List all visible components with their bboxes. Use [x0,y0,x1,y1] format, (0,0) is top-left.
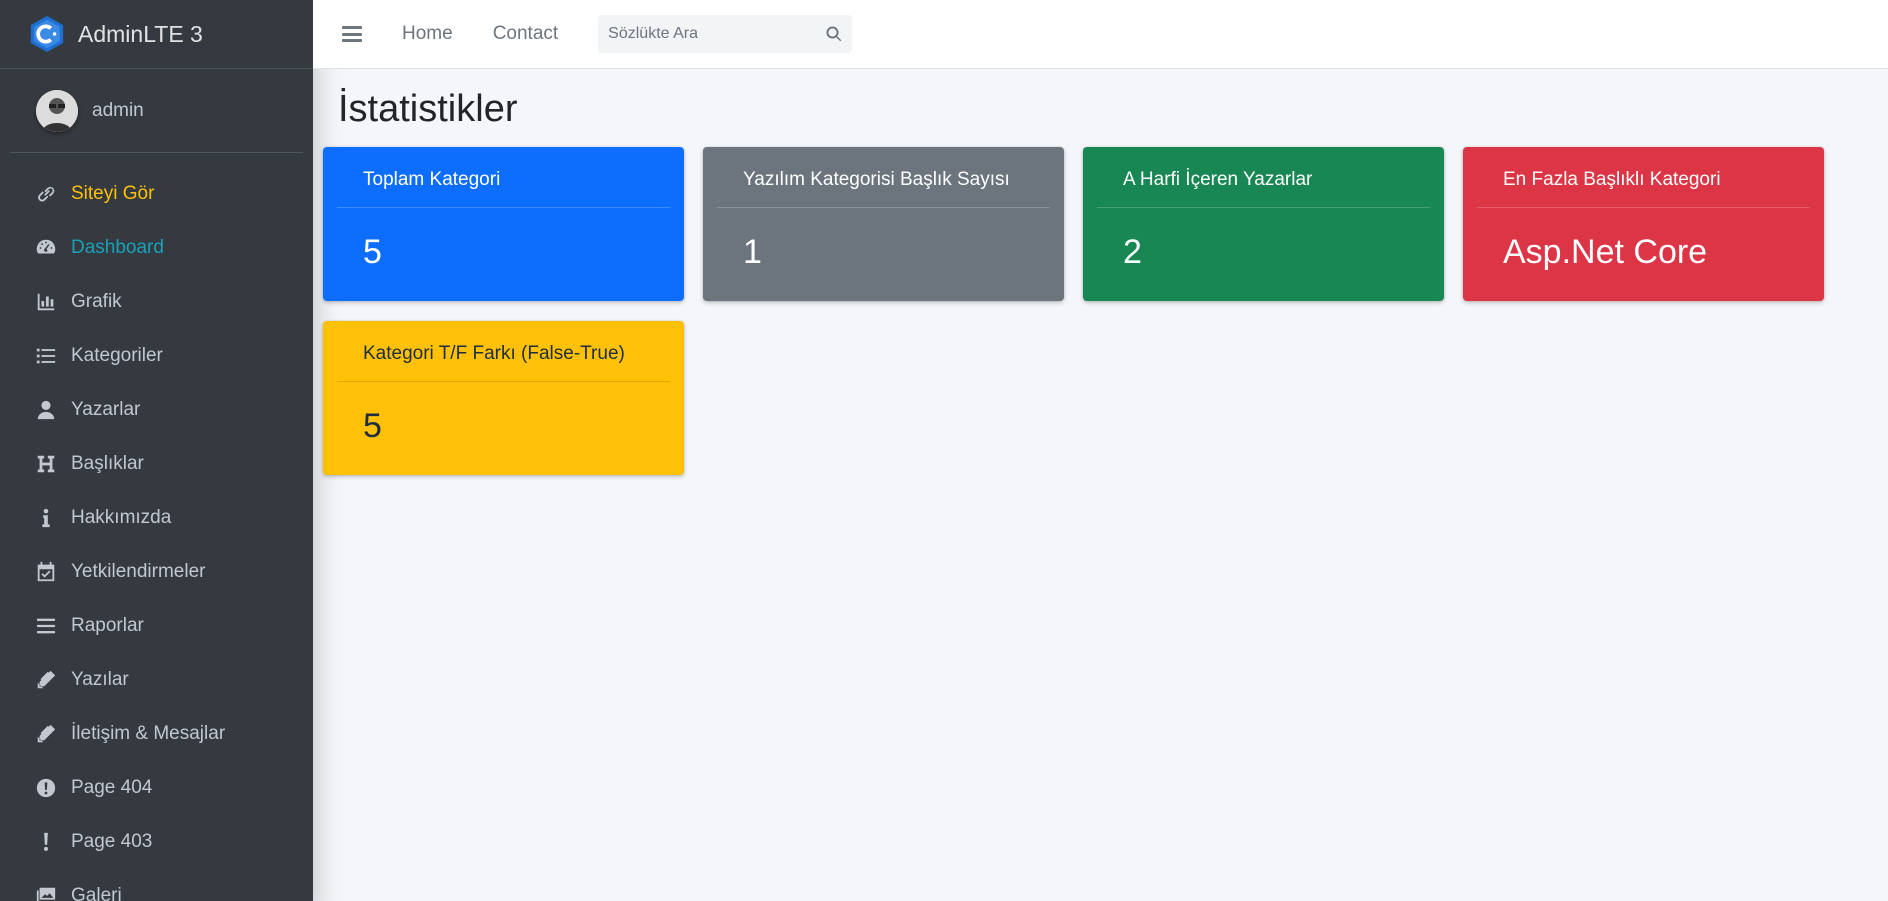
user-panel[interactable]: admin [10,69,303,153]
bars-icon [34,614,58,638]
info-icon [34,506,58,530]
stat-card-yazilim-baslik-sayisi: Yazılım Kategorisi Başlık Sayısı 1 [703,147,1064,301]
tachometer-icon [34,236,58,260]
exclamation-icon [34,830,58,854]
brand-text: AdminLTE 3 [78,20,203,47]
sidebar-item-label: Galeri [71,885,122,901]
search-input[interactable] [598,15,816,53]
nav-link-contact[interactable]: Contact [493,23,558,45]
card-title: En Fazla Başlıklı Kategori [1503,169,1721,190]
sidebar-item-siteyi-gor[interactable]: Siteyi Gör [0,167,313,221]
sidebar-item-label: Page 404 [71,777,153,798]
sidebar-item-label: Yazılar [71,669,129,690]
stat-card-a-harfi-yazarlar: A Harfi İçeren Yazarlar 2 [1083,147,1444,301]
card-divider [1477,207,1810,208]
sidebar-item-grafik[interactable]: Grafik [0,275,313,329]
sidebar-item-label: Başlıklar [71,453,144,474]
list-icon [34,344,58,368]
navbar-search [598,15,853,53]
sidebar-item-yetkilendirmeler[interactable]: Yetkilendirmeler [0,545,313,599]
sidebar-item-label: Kategoriler [71,345,163,366]
card-divider [717,207,1050,208]
sidebar-item-label: Raporlar [71,615,144,636]
page-title: İstatistikler [338,88,518,130]
pen-icon [34,668,58,692]
main-sidebar: AdminLTE 3 admin Siteyi Gör Dashboard Gr… [0,0,313,901]
nav-link-home[interactable]: Home [402,23,453,45]
card-title: Toplam Kategori [363,169,501,190]
card-value: 5 [363,233,382,271]
sidebar-item-label: Yetkilendirmeler [71,561,206,582]
card-divider [337,381,670,382]
exclamation-circle-icon [34,776,58,800]
sidebar-item-label: Siteyi Gör [71,183,155,204]
top-navbar: Home Contact [313,0,1888,69]
sidebar-item-dashboard[interactable]: Dashboard [0,221,313,275]
sidebar-item-label: Page 403 [71,831,153,852]
link-icon [34,182,58,206]
sidebar-item-page-403[interactable]: Page 403 [0,815,313,869]
sidebar-item-hakkimizda[interactable]: Hakkımızda [0,491,313,545]
adminlte-logo-icon [30,15,64,53]
card-value: 1 [743,233,762,271]
sidebar-item-label: İletişim & Mesajlar [71,723,226,744]
sidebar-item-basliklar[interactable]: Başlıklar [0,437,313,491]
sidebar-item-yazilar[interactable]: Yazılar [0,653,313,707]
pen-icon [34,722,58,746]
card-title: A Harfi İçeren Yazarlar [1123,169,1313,190]
sidebar-item-iletisim-mesajlar[interactable]: İletişim & Mesajlar [0,707,313,761]
sidebar-item-page-404[interactable]: Page 404 [0,761,313,815]
stat-card-kategori-tf-farki: Kategori T/F Farkı (False-True) 5 [323,321,684,475]
sidebar-item-galeri[interactable]: Galeri [0,869,313,901]
sidebar-nav: Siteyi Gör Dashboard Grafik Kategoriler … [0,153,313,901]
card-value: 2 [1123,233,1142,271]
user-icon [34,398,58,422]
sidebar-item-label: Hakkımızda [71,507,172,528]
sidebar-item-yazarlar[interactable]: Yazarlar [0,383,313,437]
chart-bar-icon [34,290,58,314]
card-title: Kategori T/F Farkı (False-True) [363,343,625,364]
sidebar-item-kategoriler[interactable]: Kategoriler [0,329,313,383]
calendar-check-icon [34,560,58,584]
card-value: 5 [363,407,382,445]
card-divider [337,207,670,208]
search-button[interactable] [815,15,852,53]
sidebar-item-raporlar[interactable]: Raporlar [0,599,313,653]
card-value: Asp.Net Core [1503,233,1708,271]
search-icon [826,26,841,42]
sidebar-item-label: Dashboard [71,237,164,258]
images-icon [34,884,58,901]
stat-card-toplam-kategori: Toplam Kategori 5 [323,147,684,301]
stat-card-en-fazla-baslikli-kategori: En Fazla Başlıklı Kategori Asp.Net Core [1463,147,1824,301]
sidebar-item-label: Yazarlar [71,399,141,420]
avatar [36,89,78,132]
heading-icon [34,452,58,476]
sidebar-item-label: Grafik [71,291,122,312]
sidebar-toggle-button[interactable] [342,24,362,44]
card-divider [1097,207,1430,208]
user-name: admin [92,99,144,121]
brand-link[interactable]: AdminLTE 3 [0,0,313,69]
card-title: Yazılım Kategorisi Başlık Sayısı [743,169,1010,190]
